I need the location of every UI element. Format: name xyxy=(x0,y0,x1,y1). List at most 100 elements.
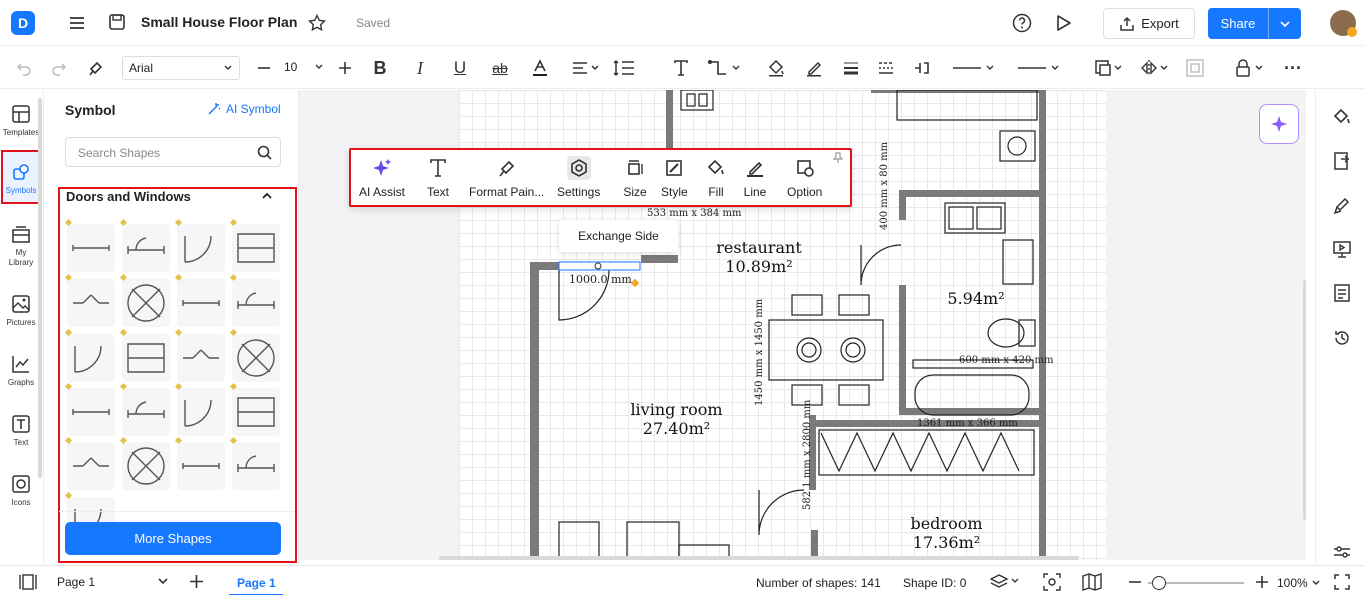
line-color-icon[interactable] xyxy=(803,57,825,79)
dimension-top-partial[interactable]: 533 mm x 384 mm xyxy=(647,208,741,219)
ai-symbol-link[interactable]: AI Symbol xyxy=(207,102,281,116)
shape-thumbnail[interactable] xyxy=(64,273,115,327)
style-button[interactable]: Style xyxy=(661,156,688,199)
dimension-bed-left[interactable]: 582 1 mm x 2800 mm xyxy=(802,400,813,510)
font-size-select[interactable]: 10 xyxy=(278,56,330,80)
ai-assistant-button[interactable] xyxy=(1259,104,1299,144)
shape-thumbnail[interactable] xyxy=(64,382,115,436)
style-brush-icon[interactable] xyxy=(1332,195,1352,215)
shape-thumbnail[interactable] xyxy=(174,382,225,436)
shape-thumbnail[interactable] xyxy=(229,382,280,436)
room-bathroom-area[interactable]: 5.94m² xyxy=(936,289,1016,308)
shape-thumbnail[interactable] xyxy=(64,218,115,272)
bold-icon[interactable]: B xyxy=(369,57,391,79)
document-title[interactable]: Small House Floor Plan xyxy=(141,14,297,30)
help-icon[interactable] xyxy=(1012,13,1032,33)
shape-thumbnail[interactable] xyxy=(64,328,115,382)
shape-thumbnail[interactable] xyxy=(174,328,225,382)
text-icon[interactable] xyxy=(670,57,692,79)
zoom-out-icon[interactable] xyxy=(1128,576,1142,588)
option-button[interactable]: Option xyxy=(787,156,822,199)
connector-icon[interactable] xyxy=(706,57,742,79)
dimension-bed-top[interactable]: 1361 mm x 366 mm xyxy=(917,418,1018,429)
fill-button[interactable]: Fill xyxy=(704,156,728,199)
shape-thumbnail[interactable] xyxy=(174,436,225,490)
group-icon[interactable] xyxy=(1184,57,1206,79)
room-restaurant[interactable]: restaurant 10.89m² xyxy=(709,238,809,276)
search-input[interactable]: Search Shapes xyxy=(65,137,281,167)
rail-item-pictures[interactable]: Pictures xyxy=(0,284,42,340)
increase-size-icon[interactable] xyxy=(334,57,356,79)
play-icon[interactable] xyxy=(1053,13,1073,33)
shape-thumbnail[interactable] xyxy=(119,218,170,272)
more-shapes-button[interactable]: More Shapes xyxy=(65,522,281,555)
zoom-in-icon[interactable] xyxy=(1255,575,1269,589)
rail-item-graphs[interactable]: Graphs xyxy=(0,344,42,400)
rail-scrollbar[interactable] xyxy=(38,98,42,478)
rail-item-library[interactable]: My Library xyxy=(0,214,42,270)
line-style-icon[interactable] xyxy=(950,57,1000,79)
shape-thumbnail[interactable] xyxy=(229,436,280,490)
rail-item-text[interactable]: Text xyxy=(0,404,42,460)
undo-icon[interactable] xyxy=(13,57,35,79)
panel-settings-icon[interactable] xyxy=(1332,545,1352,561)
arrange-icon[interactable] xyxy=(911,57,933,79)
category-title[interactable]: Doors and Windows xyxy=(66,189,191,204)
line-spacing-icon[interactable] xyxy=(612,57,644,79)
rail-item-symbols[interactable]: Symbols xyxy=(1,150,41,204)
format-painter-icon[interactable] xyxy=(85,57,107,79)
share-button[interactable]: Share xyxy=(1208,8,1301,39)
save-icon[interactable] xyxy=(108,13,126,31)
page-panel-icon[interactable] xyxy=(18,574,38,590)
fill-icon[interactable] xyxy=(765,57,787,79)
rail-item-icons[interactable]: Icons xyxy=(0,464,42,520)
shape-thumbnail[interactable] xyxy=(119,273,170,327)
room-bedroom[interactable]: bedroom 17.36m² xyxy=(899,514,994,552)
flip-icon[interactable] xyxy=(1139,57,1171,79)
line-weight-icon[interactable] xyxy=(840,57,862,79)
chevron-down-icon[interactable] xyxy=(1279,18,1291,30)
star-icon[interactable] xyxy=(308,14,326,32)
fill-icon[interactable] xyxy=(1332,107,1352,127)
lock-icon[interactable] xyxy=(1233,57,1267,79)
dimension-table[interactable]: 1450 mm x 1450 mm xyxy=(754,299,765,406)
export-button[interactable]: Export xyxy=(1103,8,1195,39)
shape-thumbnail[interactable] xyxy=(174,273,225,327)
shape-thumbnail[interactable] xyxy=(119,328,170,382)
presentation-icon[interactable] xyxy=(1332,239,1352,259)
underline-icon[interactable]: U xyxy=(449,57,471,79)
arrow-style-icon[interactable] xyxy=(1015,57,1065,79)
pin-icon[interactable] xyxy=(832,152,844,164)
menu-icon[interactable] xyxy=(68,14,86,32)
search-icon[interactable] xyxy=(257,145,272,160)
zoom-slider-handle[interactable] xyxy=(1152,576,1166,590)
shape-thumbnail[interactable] xyxy=(174,218,225,272)
history-icon[interactable] xyxy=(1332,328,1352,348)
shape-thumbnail[interactable] xyxy=(229,218,280,272)
shape-thumbnail[interactable] xyxy=(229,328,280,382)
settings-button[interactable]: Settings xyxy=(557,156,600,199)
ai-assist-button[interactable]: AI Assist xyxy=(359,156,405,199)
shape-thumbnail[interactable] xyxy=(229,273,280,327)
size-button[interactable]: Size xyxy=(623,156,647,199)
line-button[interactable]: Line xyxy=(743,156,767,199)
dimension-sink[interactable]: 600 mm x 420 mm xyxy=(959,355,1053,366)
zoom-select[interactable]: 100% xyxy=(1277,576,1321,590)
chevron-up-icon[interactable] xyxy=(261,191,273,201)
horizontal-scrollbar[interactable] xyxy=(439,556,1079,560)
page-tab[interactable]: Page 1 xyxy=(237,576,276,590)
text-button[interactable]: Text xyxy=(426,156,450,199)
font-family-select[interactable]: Arial xyxy=(122,56,240,80)
layers-icon[interactable] xyxy=(990,573,1020,589)
app-logo[interactable]: D xyxy=(11,11,35,35)
page-settings-icon[interactable] xyxy=(1332,151,1352,171)
shape-icon[interactable] xyxy=(1093,57,1125,79)
decrease-size-icon[interactable] xyxy=(253,57,275,79)
notes-icon[interactable] xyxy=(1332,283,1352,303)
shape-thumbnail[interactable] xyxy=(119,436,170,490)
redo-icon[interactable] xyxy=(48,57,70,79)
dash-icon[interactable] xyxy=(875,57,897,79)
align-icon[interactable] xyxy=(571,57,601,79)
page-select[interactable]: Page 1 xyxy=(57,575,169,589)
italic-icon[interactable]: I xyxy=(409,57,431,79)
